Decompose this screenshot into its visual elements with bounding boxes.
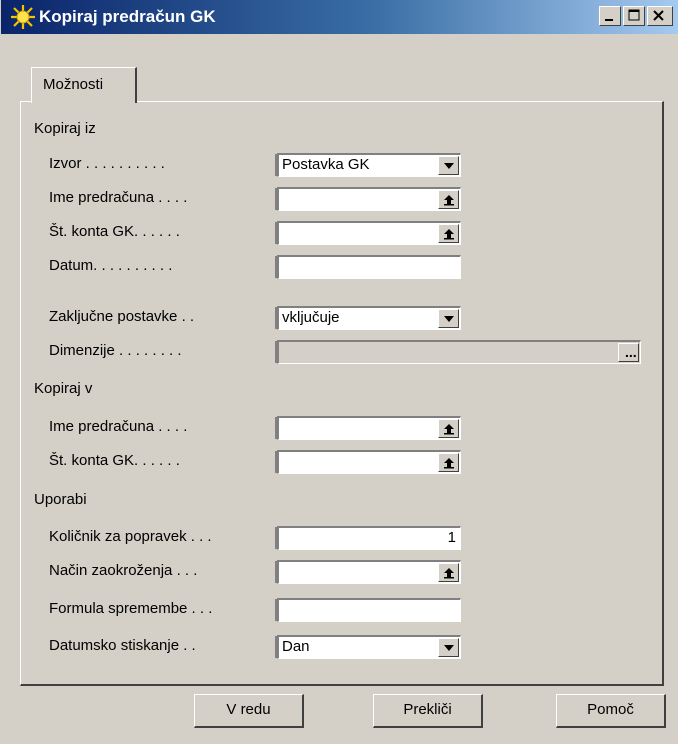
lookup-button[interactable] — [438, 563, 459, 582]
adjustment-factor-field[interactable]: 1 — [277, 526, 461, 550]
lookup-arrow-up-icon — [444, 229, 454, 240]
label-gl-account-to: Št. konta GK. . . . . . — [49, 452, 180, 469]
label-date-compression: Datumsko stiskanje . . — [49, 637, 196, 654]
close-button[interactable] — [647, 6, 673, 26]
tab-moznosti[interactable]: Možnosti — [31, 67, 137, 103]
help-button[interactable]: Pomoč — [556, 694, 666, 728]
lookup-arrow-up-icon — [444, 424, 454, 435]
date-field[interactable] — [277, 255, 461, 279]
label-budget-name: Ime predračuna . . . . — [49, 189, 188, 206]
label-dimensions: Dimenzije . . . . . . . . — [49, 342, 182, 359]
label-date: Datum. . . . . . . . . . — [49, 257, 173, 274]
budget-name-to-field[interactable] — [277, 416, 461, 440]
ok-button[interactable]: V redu — [194, 694, 304, 728]
lookup-button[interactable] — [438, 224, 459, 243]
date-compression-value: Dan — [282, 638, 310, 655]
lookup-button[interactable] — [438, 419, 459, 438]
chevron-down-icon — [444, 645, 454, 651]
label-budget-name-to: Ime predračuna . . . . — [49, 418, 188, 435]
gl-account-from-field[interactable] — [277, 221, 461, 245]
label-adjustment-factor: Količnik za popravek . . . — [49, 528, 212, 545]
tab-label: Možnosti — [43, 76, 104, 93]
sun-app-icon — [11, 5, 35, 29]
section-copy-from: Kopiraj iz — [34, 120, 96, 137]
label-source: Izvor . . . . . . . . . . — [49, 155, 165, 172]
dimensions-field[interactable]: ... — [277, 340, 641, 364]
dropdown-button[interactable] — [438, 638, 459, 657]
lookup-arrow-up-icon — [444, 195, 454, 206]
chevron-down-icon — [444, 163, 454, 169]
window-title: Kopiraj predračun GK — [39, 7, 216, 26]
maximize-icon — [628, 9, 640, 21]
cancel-button[interactable]: Prekliči — [373, 694, 483, 728]
lookup-arrow-up-icon — [444, 458, 454, 469]
ellipsis-icon: ... — [625, 344, 637, 360]
dropdown-button[interactable] — [438, 309, 459, 328]
source-value: Postavka GK — [282, 156, 370, 173]
closing-entries-value: vključuje — [282, 309, 340, 326]
minimize-icon — [605, 19, 613, 21]
source-dropdown[interactable]: Postavka GK — [277, 153, 461, 177]
dropdown-button[interactable] — [438, 156, 459, 175]
dialog-window: Kopiraj predračun GK Možnosti Kopiraj iz… — [0, 0, 678, 744]
label-date-change-formula: Formula spremembe . . . — [49, 600, 213, 617]
lookup-arrow-up-icon — [444, 568, 454, 579]
label-rounding-method: Način zaokroženja . . . — [49, 562, 198, 579]
budget-name-from-field[interactable] — [277, 187, 461, 211]
section-copy-to: Kopiraj v — [34, 380, 93, 397]
closing-entries-dropdown[interactable]: vključuje — [277, 306, 461, 330]
dimensions-assist-button[interactable]: ... — [618, 343, 639, 362]
gl-account-to-field[interactable] — [277, 450, 461, 474]
minimize-button[interactable] — [599, 6, 621, 26]
date-change-formula-field[interactable] — [277, 598, 461, 622]
section-apply: Uporabi — [34, 491, 87, 508]
maximize-button[interactable] — [623, 6, 645, 26]
label-closing-entries: Zaključne postavke . . — [49, 308, 195, 325]
label-gl-account: Št. konta GK. . . . . . — [49, 223, 180, 240]
date-compression-dropdown[interactable]: Dan — [277, 635, 461, 659]
lookup-button[interactable] — [438, 190, 459, 209]
lookup-button[interactable] — [438, 453, 459, 472]
title-bar[interactable]: Kopiraj predračun GK — [1, 0, 678, 34]
close-icon — [653, 10, 664, 21]
chevron-down-icon — [444, 316, 454, 322]
rounding-method-field[interactable] — [277, 560, 461, 584]
